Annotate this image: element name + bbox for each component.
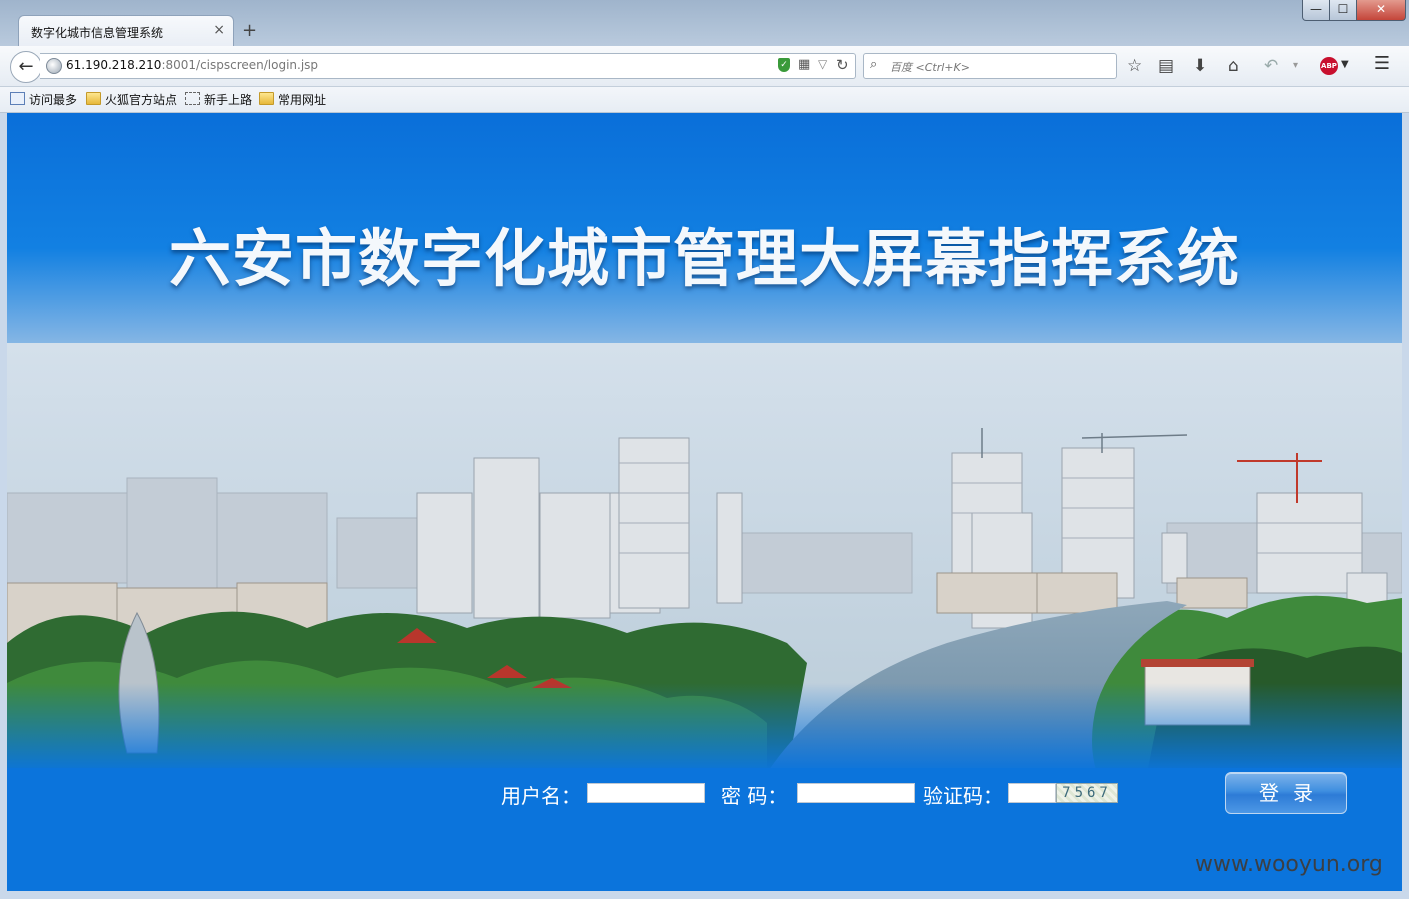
url-bar[interactable]: 61.190.218.210:8001/cispscreen/login.jsp… [40,53,856,79]
close-window-button[interactable]: ✕ [1356,0,1406,21]
download-icon[interactable]: ⬇ [1193,56,1207,76]
bookmark-label: 访问最多 [29,93,78,107]
username-input[interactable] [587,783,705,803]
qr-code-icon[interactable]: ▦ [798,57,810,72]
bookmark-firefox-site[interactable]: 火狐官方站点 [86,91,177,108]
adblock-icon[interactable]: ABP [1320,57,1338,75]
close-tab-icon[interactable]: × [213,22,225,38]
browser-window: 数字化城市信息管理系统 × + — ☐ ✕ ← 61.190.218.210:8… [0,0,1409,899]
tab-title: 数字化城市信息管理系统 [31,26,164,40]
maximize-button[interactable]: ☐ [1329,0,1357,21]
url-text[interactable]: 61.190.218.210:8001/cispscreen/login.jsp [66,58,318,72]
chevron-down-icon[interactable]: ▽ [818,57,827,71]
bookmark-label: 新手上路 [204,93,253,107]
back-button[interactable]: ← [10,51,42,83]
bookmark-getting-started[interactable]: 新手上路 [185,91,252,108]
search-bar[interactable]: ⌕ 百度 <Ctrl+K> [863,53,1117,79]
reload-icon[interactable]: ↻ [836,56,849,74]
city-skyline-image [7,343,1402,773]
bookmark-label: 常用网址 [278,93,327,107]
most-visited-icon [10,92,25,105]
browser-tab[interactable]: 数字化城市信息管理系统 × [18,15,234,47]
search-icon: ⌕ [870,57,878,72]
page-icon [185,92,200,105]
bookmark-common-sites[interactable]: 常用网址 [259,91,326,108]
globe-icon [46,58,62,74]
login-button[interactable]: 登录 [1225,772,1347,814]
tab-strip: 数字化城市信息管理系统 × + — ☐ ✕ [0,0,1409,47]
bookmark-star-icon[interactable]: ☆ [1127,56,1142,76]
menu-icon[interactable]: ☰ [1370,53,1394,77]
search-placeholder: 百度 <Ctrl+K> [890,61,970,74]
captcha-image[interactable]: 7567 [1056,783,1118,803]
folder-icon [259,92,274,105]
bookmarks-toolbar: 访问最多 火狐官方站点 新手上路 常用网址 [0,87,1409,113]
bookmark-label: 火狐官方站点 [105,93,178,107]
url-host: 61.190.218.210 [66,58,162,72]
bookmark-most-visited[interactable]: 访问最多 [10,91,77,108]
home-icon[interactable]: ⌂ [1228,56,1239,76]
folder-icon [86,92,101,105]
shield-icon[interactable]: ✓ [778,58,790,72]
url-path: :8001/cispscreen/login.jsp [161,58,319,72]
chevron-down-icon[interactable]: ▾ [1293,60,1298,71]
login-page: 六安市数字化城市管理大屏幕指挥系统 用户名： 密 码： 验证码： 7567 登录 [7,113,1402,891]
new-tab-button[interactable]: + [242,20,257,41]
chevron-down-icon[interactable]: ▼ [1341,59,1349,70]
password-label: 密 码： [721,784,788,808]
watermark: www.wooyun.org [1195,852,1383,877]
captcha-label: 验证码： [923,784,1003,808]
password-input[interactable] [797,783,915,803]
reading-list-icon[interactable]: ▤ [1158,56,1174,76]
username-label: 用户名： [501,784,581,808]
navigation-toolbar: ← 61.190.218.210:8001/cispscreen/login.j… [0,46,1409,87]
captcha-input[interactable] [1008,783,1056,803]
undo-icon[interactable]: ↶ [1264,56,1278,76]
minimize-button[interactable]: — [1302,0,1330,21]
page-title: 六安市数字化城市管理大屏幕指挥系统 [168,222,1240,295]
